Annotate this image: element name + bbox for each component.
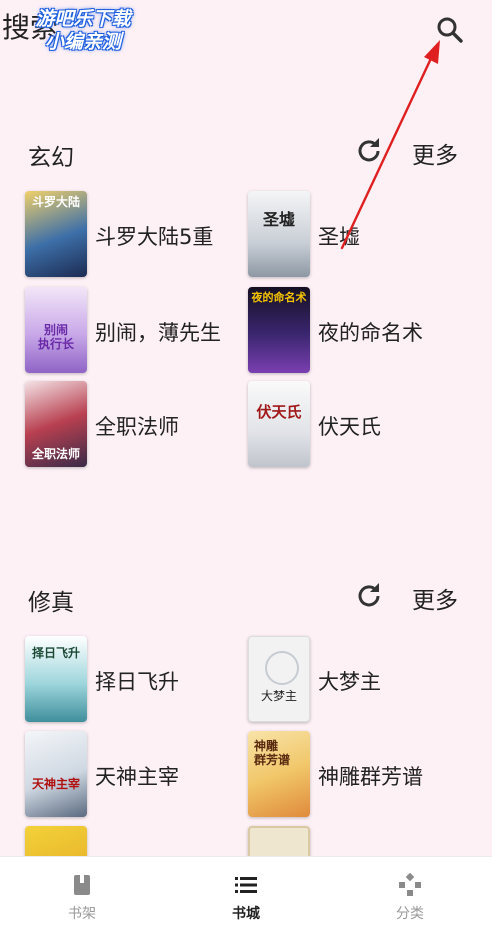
more-button[interactable]: 更多 [412,136,458,170]
book-cover: 夜的命名术 [248,287,310,373]
book-item[interactable]: 夜的命名术 夜的命名术 [248,287,468,375]
book-item[interactable]: 斗罗大陆 斗罗大陆5重 [25,191,245,279]
book-item[interactable]: 全职法师 全职法师 [25,381,245,469]
watermark-logo: 游吧乐下载 小编亲测 [35,8,131,53]
nav-label: 书架 [68,906,96,922]
book-item[interactable]: 天神主宰 天神主宰 [25,731,245,819]
section-title: 玄幻 [28,145,74,171]
refresh-button[interactable] [352,579,386,613]
bottom-nav: 书架 书城 分类 [0,856,492,929]
book-title: 天神主宰 [95,765,179,789]
refresh-icon [358,583,380,607]
book-item[interactable]: 择日飞升 择日飞升 [25,636,245,724]
book-cover: 天神主宰 [25,731,87,817]
search-icon [437,17,463,43]
book-title: 择日飞升 [95,670,179,694]
more-button[interactable]: 更多 [412,581,458,615]
book-title: 夜的命名术 [318,321,423,345]
book-title: 圣墟 [318,225,360,249]
search-button[interactable] [432,12,468,48]
book-cover: 大梦主 [248,636,310,722]
book-cover: 圣墟 [248,191,310,277]
nav-bookstore[interactable]: 书城 [164,857,328,929]
section-title: 修真 [28,590,74,616]
book-item[interactable]: 别闹 执行长 别闹，薄先生 [25,287,245,375]
list-icon [235,877,257,893]
book-cover: 全职法师 [25,381,87,467]
top-bar: 搜索 游吧乐下载 小编亲测 [0,0,492,56]
book-title: 别闹，薄先生 [95,321,221,345]
nav-label: 分类 [396,906,424,922]
refresh-icon [358,138,380,162]
category-icon [399,873,421,896]
book-cover: 别闹 执行长 [25,287,87,373]
book-item[interactable]: 神雕 群芳谱 神雕群芳谱 [248,731,468,819]
refresh-button[interactable] [352,134,386,168]
nav-label: 书城 [232,906,260,922]
book-cover: 伏天氏 [248,381,310,467]
book-icon [74,875,90,895]
section-header-xiuzhen: 修真 更多 [0,577,492,617]
book-title: 大梦主 [318,670,381,694]
nav-category[interactable]: 分类 [328,857,492,929]
book-item[interactable]: 伏天氏 伏天氏 [248,381,468,469]
book-title: 神雕群芳谱 [318,765,423,789]
book-item[interactable]: 圣墟 圣墟 [248,191,468,279]
nav-bookshelf[interactable]: 书架 [0,857,164,929]
section-header-xuanhuan: 玄幻 更多 [0,132,492,172]
book-title: 伏天氏 [318,415,381,439]
book-title: 全职法师 [95,415,179,439]
book-cover: 择日飞升 [25,636,87,722]
book-item[interactable]: 大梦主 大梦主 [248,636,468,724]
book-cover: 神雕 群芳谱 [248,731,310,817]
cover-emblem [265,651,299,685]
book-cover: 斗罗大陆 [25,191,87,277]
book-title: 斗罗大陆5重 [95,225,214,249]
